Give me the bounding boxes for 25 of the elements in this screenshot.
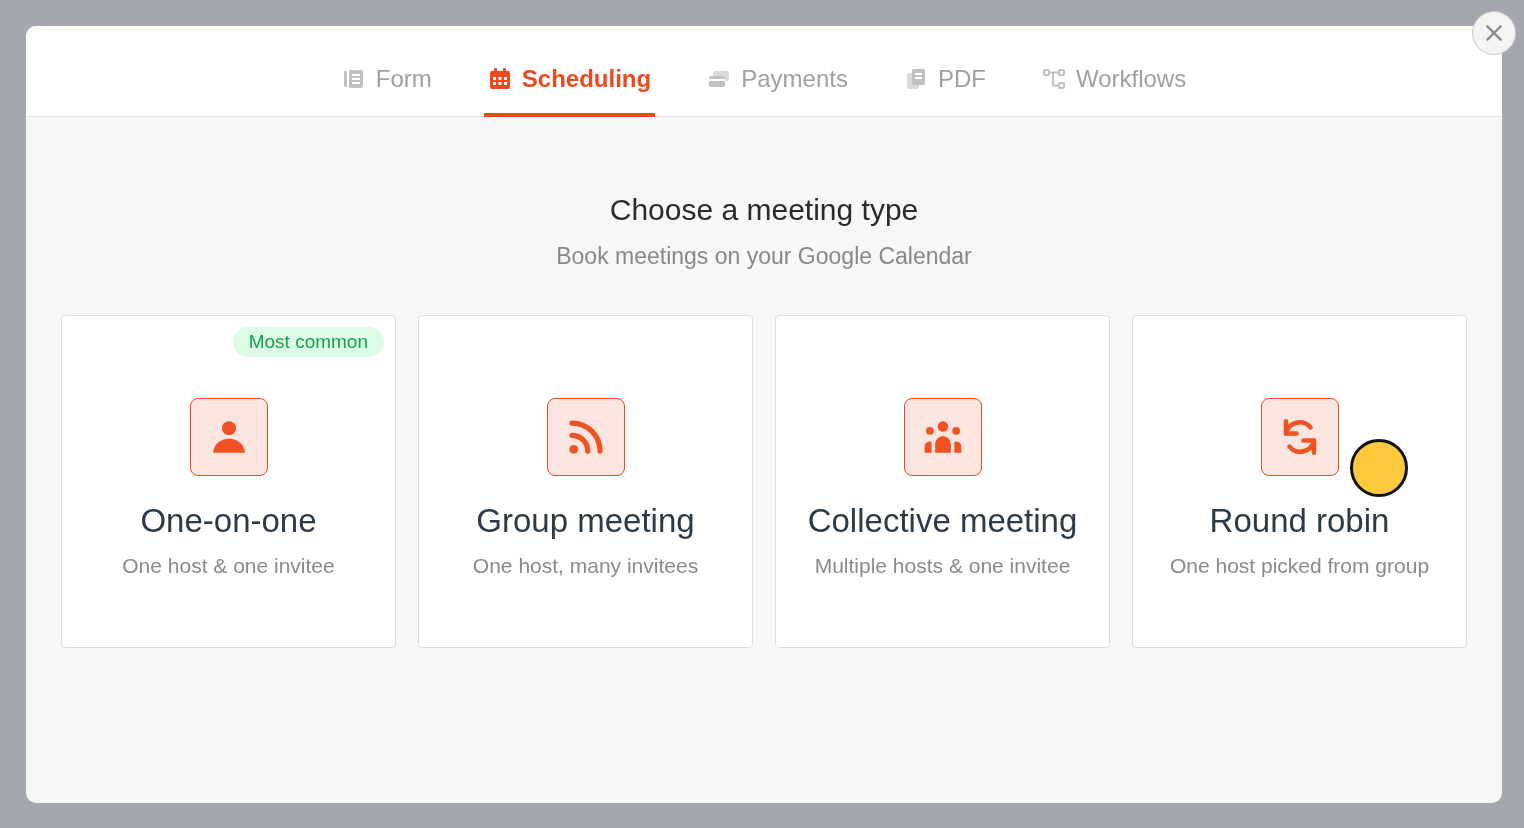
- dialog-title: Choose a meeting type: [609, 193, 919, 227]
- dialog-subtitle: Book meetings on your Google Calendar: [556, 243, 972, 270]
- meeting-type-title: Round robin: [1209, 502, 1390, 540]
- tab[interactable]: Workflows: [1037, 65, 1191, 117]
- meeting-type-description: One host picked from group: [1169, 554, 1430, 578]
- meeting-type-title: Group meeting: [476, 502, 695, 540]
- tab[interactable]: PDF: [899, 65, 990, 117]
- calendar-icon: [487, 67, 512, 91]
- meeting-type-title: Collective meeting: [807, 502, 1078, 540]
- meeting-type-description: One host & one invitee: [122, 554, 335, 578]
- meeting-type-card[interactable]: Most common One-on-one One host & one invitee: [61, 315, 396, 648]
- form-icon: [341, 67, 366, 91]
- tab[interactable]: Form: [337, 65, 436, 117]
- meeting-type-title: One-on-one: [140, 502, 317, 540]
- close-icon: [1483, 22, 1505, 44]
- tab[interactable]: Scheduling: [483, 65, 656, 117]
- meeting-type-card[interactable]: Collective meeting Multiple hosts & one invitee: [775, 315, 1110, 648]
- popular-badge: Most common: [232, 327, 384, 357]
- tab[interactable]: Payments: [703, 65, 852, 117]
- meeting-type-description: One host, many invitees: [472, 554, 699, 578]
- close-button[interactable]: [1472, 11, 1516, 55]
- meeting-type-card[interactable]: Round robin One host picked from group: [1132, 315, 1467, 648]
- meeting-type-card[interactable]: Group meeting One host, many invitees: [418, 315, 753, 648]
- flow-icon: [1041, 67, 1066, 91]
- meeting-type-description: Multiple hosts & one invitee: [814, 554, 1071, 578]
